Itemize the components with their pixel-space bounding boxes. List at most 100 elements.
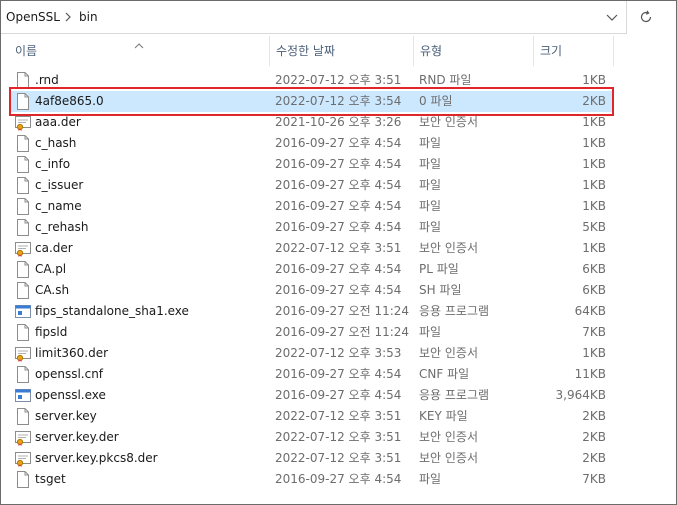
file-date-modified: 2016-09-27 오후 4:54 xyxy=(275,367,402,381)
file-size: 1KB xyxy=(582,178,606,192)
file-row[interactable]: c_info 2016-09-27 오후 4:54 파일 1KB xyxy=(9,154,613,175)
file-name: c_info xyxy=(35,157,71,171)
file-size: 1KB xyxy=(582,241,606,255)
file-row[interactable]: c_hash 2016-09-27 오후 4:54 파일 1KB xyxy=(9,133,613,154)
address-field[interactable]: OpenSSL bin xyxy=(1,1,627,34)
file-date-modified: 2022-07-12 오후 3:51 xyxy=(275,409,402,423)
file-type: 파일 xyxy=(419,325,442,339)
file-row[interactable]: c_name 2016-09-27 오후 4:54 파일 1KB xyxy=(9,196,613,217)
file-date-modified: 2016-09-27 오후 4:54 xyxy=(275,199,402,213)
column-header: 이름 수정한 날짜 유형 크기 xyxy=(1,36,676,66)
file-icon xyxy=(15,408,31,425)
file-type: PL 파일 xyxy=(419,262,459,276)
chevron-right-icon[interactable] xyxy=(63,11,73,23)
address-bar: OpenSSL bin xyxy=(1,1,676,35)
file-name: server.key xyxy=(35,409,97,423)
file-type: KEY 파일 xyxy=(419,409,468,423)
application-icon xyxy=(15,387,31,404)
file-row[interactable]: openssl.cnf 2016-09-27 오후 4:54 CNF 파일 11KB xyxy=(9,364,613,385)
file-date-modified: 2016-09-27 오후 4:54 xyxy=(275,178,402,192)
file-row[interactable]: c_issuer 2016-09-27 오후 4:54 파일 1KB xyxy=(9,175,613,196)
file-size: 1KB xyxy=(582,157,606,171)
file-row[interactable]: server.key.der 2022-07-12 오후 3:51 보안 인증서 2K… xyxy=(9,427,613,448)
file-date-modified: 2016-09-27 오후 4:54 xyxy=(275,136,402,150)
file-name: c_hash xyxy=(35,136,77,150)
file-date-modified: 2016-09-27 오전 11:24 xyxy=(275,304,410,318)
file-name: 4af8e865.0 xyxy=(35,94,104,108)
column-date-modified[interactable]: 수정한 날짜 xyxy=(269,36,413,66)
file-icon xyxy=(15,93,31,110)
refresh-button[interactable] xyxy=(633,5,659,31)
file-type: 파일 xyxy=(419,199,442,213)
file-icon xyxy=(15,177,31,194)
chevron-down-icon[interactable] xyxy=(605,11,619,23)
file-date-modified: 2016-09-27 오후 4:54 xyxy=(275,283,402,297)
file-size: 2KB xyxy=(582,94,606,108)
column-divider[interactable] xyxy=(613,36,614,66)
application-icon xyxy=(15,303,31,320)
file-row[interactable]: .rnd 2022-07-12 오후 3:51 RND 파일 1KB xyxy=(9,70,613,91)
file-icon xyxy=(15,282,31,299)
column-size[interactable]: 크기 xyxy=(533,36,613,66)
file-type: CNF 파일 xyxy=(419,367,470,381)
file-size: 1KB xyxy=(582,346,606,360)
breadcrumb-openssl[interactable]: OpenSSL xyxy=(6,10,60,24)
refresh-icon xyxy=(639,9,653,27)
file-row[interactable]: ca.der 2022-07-12 오후 3:51 보안 인증서 1KB xyxy=(9,238,613,259)
file-type: 파일 xyxy=(419,157,442,171)
file-size: 1KB xyxy=(582,73,606,87)
file-row[interactable]: c_rehash 2016-09-27 오후 4:54 파일 5KB xyxy=(9,217,613,238)
file-size: 6KB xyxy=(582,262,606,276)
file-row[interactable]: CA.sh 2016-09-27 오후 4:54 SH 파일 6KB xyxy=(9,280,613,301)
file-size: 7KB xyxy=(582,325,606,339)
certificate-icon xyxy=(15,450,31,467)
file-name: CA.sh xyxy=(35,283,70,297)
file-row[interactable]: tsget 2016-09-27 오후 4:54 파일 7KB xyxy=(9,469,613,490)
file-type: 응용 프로그램 xyxy=(419,304,490,318)
file-name: c_rehash xyxy=(35,220,89,234)
file-icon xyxy=(15,135,31,152)
certificate-icon xyxy=(15,429,31,446)
file-name: server.key.pkcs8.der xyxy=(35,451,158,465)
file-row[interactable]: openssl.exe 2016-09-27 오후 4:54 응용 프로그램 3,96… xyxy=(9,385,613,406)
file-type: 0 파일 xyxy=(419,94,453,108)
certificate-icon xyxy=(15,240,31,257)
file-size: 2KB xyxy=(582,451,606,465)
file-name: c_name xyxy=(35,199,82,213)
file-row[interactable]: limit360.der 2022-07-12 오후 3:53 보안 인증서 1KB xyxy=(9,343,613,364)
file-size: 3,964KB xyxy=(555,388,606,402)
certificate-icon xyxy=(15,345,31,362)
file-row[interactable]: CA.pl 2016-09-27 오후 4:54 PL 파일 6KB xyxy=(9,259,613,280)
file-icon xyxy=(15,471,31,488)
file-size: 2KB xyxy=(582,409,606,423)
file-size: 64KB xyxy=(574,304,606,318)
file-date-modified: 2016-09-27 오후 4:54 xyxy=(275,388,402,402)
file-row[interactable]: server.key 2022-07-12 오후 3:51 KEY 파일 2KB xyxy=(9,406,613,427)
file-date-modified: 2022-07-12 오후 3:53 xyxy=(275,346,402,360)
file-name: openssl.cnf xyxy=(35,367,104,381)
file-row[interactable]: fipsld 2016-09-27 오전 11:24 파일 7KB xyxy=(9,322,613,343)
file-row[interactable]: 4af8e865.0 2022-07-12 오후 3:54 0 파일 2KB xyxy=(9,91,613,112)
file-name: c_issuer xyxy=(35,178,84,192)
file-name: tsget xyxy=(35,472,66,486)
file-type: 보안 인증서 xyxy=(419,115,479,129)
file-date-modified: 2016-09-27 오후 4:54 xyxy=(275,220,402,234)
file-row[interactable]: fips_standalone_sha1.exe 2016-09-27 오전 11… xyxy=(9,301,613,322)
breadcrumb-bin[interactable]: bin xyxy=(79,10,98,24)
file-icon xyxy=(15,366,31,383)
file-date-modified: 2022-07-12 오후 3:51 xyxy=(275,73,402,87)
file-type: 보안 인증서 xyxy=(419,451,479,465)
file-name: server.key.der xyxy=(35,430,119,444)
explorer-window: OpenSSL bin 이름 수정한 날짜 유형 크기 .rnd 2022-07… xyxy=(0,0,677,505)
file-row[interactable]: aaa.der 2021-10-26 오후 3:26 보안 인증서 1KB xyxy=(9,112,613,133)
file-row[interactable]: server.key.pkcs8.der 2022-07-12 오후 3:51 보안… xyxy=(9,448,613,469)
file-type: 보안 인증서 xyxy=(419,430,479,444)
file-name: .rnd xyxy=(35,73,59,87)
column-type[interactable]: 유형 xyxy=(413,36,533,66)
file-date-modified: 2016-09-27 오전 11:24 xyxy=(275,325,410,339)
column-name[interactable]: 이름 xyxy=(9,36,269,66)
file-date-modified: 2022-07-12 오후 3:54 xyxy=(275,94,402,108)
file-icon xyxy=(15,219,31,236)
file-size: 1KB xyxy=(582,115,606,129)
file-name: openssl.exe xyxy=(35,388,106,402)
